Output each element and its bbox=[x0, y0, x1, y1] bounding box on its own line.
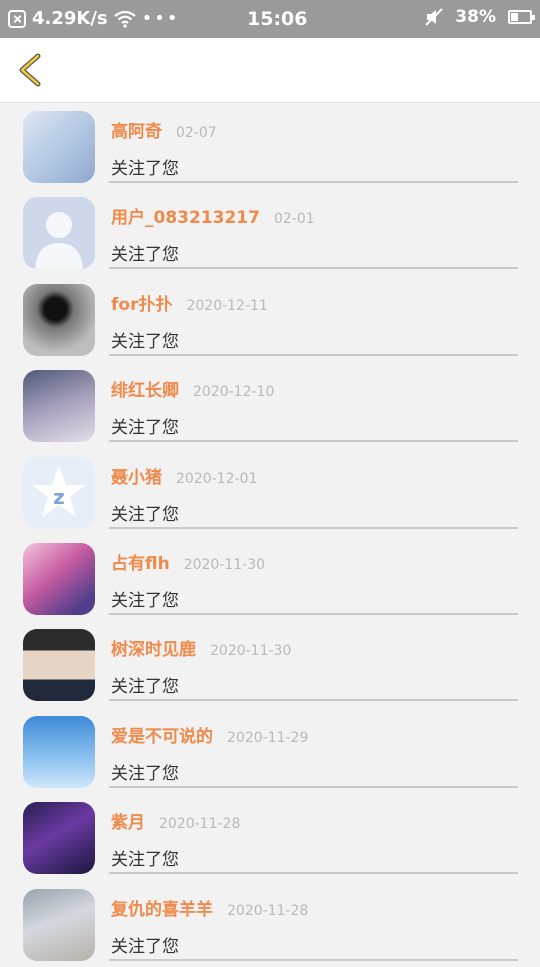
follow-date: 02-07 bbox=[176, 125, 217, 141]
avatar[interactable] bbox=[23, 629, 95, 702]
list-item[interactable]: 占有flh 2020-11-30 关注了您 bbox=[0, 535, 540, 621]
user-name[interactable]: 紫月 2020-11-28 bbox=[111, 808, 240, 833]
divider bbox=[109, 181, 518, 183]
status-left: 4.29K/s ••• bbox=[8, 8, 180, 29]
user-name[interactable]: 爱是不可说的 2020-11-29 bbox=[111, 722, 308, 747]
list-item[interactable]: for扑扑 2020-12-11 关注了您 bbox=[0, 276, 540, 362]
divider bbox=[109, 353, 518, 356]
follow-date: 2020-11-29 bbox=[227, 729, 309, 746]
user-name-text: 复仇的喜羊羊 bbox=[111, 899, 213, 920]
list-item[interactable]: 紫月 2020-11-28 关注了您 bbox=[0, 794, 540, 880]
follow-message: 关注了您 bbox=[111, 245, 179, 266]
user-name[interactable]: 复仇的喜羊羊 2020-11-28 bbox=[111, 895, 308, 920]
avatar[interactable] bbox=[23, 888, 95, 961]
divider bbox=[109, 526, 518, 529]
user-name[interactable]: 聂小猪 2020-12-01 bbox=[111, 463, 257, 488]
wifi-icon bbox=[113, 10, 136, 28]
notification-close-icon bbox=[8, 9, 26, 28]
divider bbox=[109, 785, 518, 788]
user-name-text: 聂小猪 bbox=[111, 467, 162, 488]
divider bbox=[109, 267, 518, 270]
chevron-left-icon[interactable] bbox=[12, 50, 52, 90]
person-icon bbox=[35, 212, 83, 270]
list-item[interactable]: 复仇的喜羊羊 2020-11-28 关注了您 bbox=[0, 881, 540, 967]
avatar[interactable] bbox=[23, 715, 95, 788]
mute-icon bbox=[425, 8, 444, 26]
status-right: 38% bbox=[425, 7, 535, 27]
user-name-text: 绯红长卿 bbox=[111, 381, 179, 402]
svg-text:z: z bbox=[53, 485, 65, 509]
follow-message: 关注了您 bbox=[111, 418, 179, 439]
list-item[interactable]: 树深时见鹿 2020-11-30 关注了您 bbox=[0, 621, 540, 707]
list-item[interactable]: 绯红长卿 2020-12-10 关注了您 bbox=[0, 362, 540, 448]
list-item[interactable]: z 聂小猪 2020-12-01 关注了您 bbox=[0, 449, 540, 535]
battery-icon bbox=[508, 10, 535, 24]
list-item[interactable]: 用户_083213217 02-01 关注了您 bbox=[0, 189, 540, 275]
user-name[interactable]: 用户_083213217 02-01 bbox=[111, 203, 315, 228]
battery-percent: 38% bbox=[455, 7, 496, 27]
user-name-text: 高阿奇 bbox=[111, 122, 162, 142]
follow-message: 关注了您 bbox=[111, 504, 179, 525]
follow-date: 2020-12-01 bbox=[176, 470, 258, 487]
user-name-text: 占有flh bbox=[111, 553, 170, 574]
user-name[interactable]: 高阿奇 02-07 bbox=[111, 117, 217, 142]
list-item[interactable]: 爱是不可说的 2020-11-29 关注了您 bbox=[0, 708, 540, 794]
follow-date: 2020-12-10 bbox=[193, 384, 275, 401]
user-name[interactable]: for扑扑 2020-12-11 bbox=[111, 290, 268, 315]
avatar[interactable] bbox=[23, 283, 95, 356]
divider bbox=[109, 612, 518, 615]
clock: 15:06 bbox=[247, 8, 308, 30]
divider bbox=[109, 699, 518, 702]
follow-date: 2020-11-28 bbox=[159, 816, 241, 833]
avatar[interactable] bbox=[23, 802, 95, 875]
follow-message: 关注了您 bbox=[111, 590, 179, 611]
user-name[interactable]: 绯红长卿 2020-12-10 bbox=[111, 376, 274, 401]
network-speed: 4.29K/s bbox=[32, 8, 108, 29]
avatar[interactable] bbox=[23, 370, 95, 443]
follow-message: 关注了您 bbox=[111, 850, 179, 871]
user-name[interactable]: 树深时见鹿 2020-11-30 bbox=[111, 635, 291, 660]
follow-message: 关注了您 bbox=[111, 763, 179, 784]
follow-message: 关注了您 bbox=[111, 936, 179, 957]
follow-date: 2020-11-30 bbox=[210, 643, 292, 660]
avatar[interactable] bbox=[23, 542, 95, 615]
divider bbox=[109, 872, 518, 875]
follow-date: 2020-12-11 bbox=[186, 297, 268, 314]
battery-level bbox=[511, 13, 518, 21]
user-name-text: 树深时见鹿 bbox=[111, 640, 196, 661]
more-notifications-dots: ••• bbox=[141, 8, 180, 29]
user-name-text: 紫月 bbox=[111, 813, 145, 834]
user-name[interactable]: 占有flh 2020-11-30 bbox=[111, 549, 265, 574]
user-name-text: 爱是不可说的 bbox=[111, 726, 213, 747]
divider bbox=[109, 440, 518, 443]
header-bar bbox=[0, 38, 540, 103]
follow-date: 2020-11-30 bbox=[183, 556, 266, 573]
follow-message: 关注了您 bbox=[111, 159, 179, 179]
follow-date: 02-01 bbox=[273, 211, 315, 228]
list-item[interactable]: 高阿奇 02-07 关注了您 bbox=[0, 103, 540, 189]
follower-list: 高阿奇 02-07 关注了您 用户_083213217 02-01 关注了您 for扑扑 20… bbox=[0, 103, 540, 967]
status-bar: 4.29K/s ••• 15:06 38% bbox=[0, 0, 540, 38]
avatar[interactable] bbox=[23, 111, 95, 183]
star-icon: z bbox=[32, 465, 86, 517]
user-name-text: for扑扑 bbox=[111, 294, 173, 315]
user-name-text: 用户_083213217 bbox=[111, 208, 260, 229]
follow-message: 关注了您 bbox=[111, 331, 179, 352]
follow-date: 2020-11-28 bbox=[227, 902, 309, 919]
follow-message: 关注了您 bbox=[111, 677, 179, 698]
avatar[interactable] bbox=[23, 197, 95, 270]
avatar[interactable]: z bbox=[23, 456, 95, 529]
